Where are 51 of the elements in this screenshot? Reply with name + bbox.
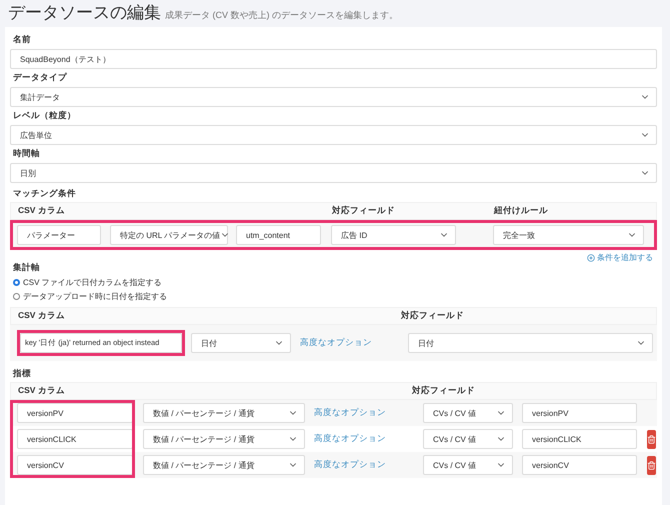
column-header: 紐付けルール	[494, 205, 549, 217]
section-title: 指標	[13, 368, 32, 380]
radio-icon[interactable]	[13, 293, 20, 300]
select-field[interactable]: 広告単位	[10, 125, 657, 145]
radio-option[interactable]: CSV ファイルで日付カラムを指定する	[13, 277, 657, 288]
plus-icon	[587, 254, 595, 262]
select-field[interactable]: CVs / CV 値	[423, 429, 513, 449]
select-field[interactable]: 数値 / パーセンテージ / 通貨	[143, 455, 305, 475]
page-title: データソースの編集	[8, 2, 161, 24]
select-field[interactable]: 日付	[191, 333, 291, 353]
field-label: 名前	[13, 34, 32, 46]
radio-option[interactable]: データアップロード時に日付を指定する	[13, 291, 657, 302]
delete-button[interactable]	[647, 430, 656, 448]
select-field[interactable]: 日別	[10, 163, 657, 183]
input-field[interactable]: versionCV	[522, 455, 637, 475]
field-label: レベル（粒度）	[13, 110, 77, 122]
column-header: 対応フィールド	[332, 205, 396, 217]
input-field[interactable]: versionCLICK	[17, 429, 133, 449]
input-field[interactable]: utm_content	[236, 225, 321, 245]
input-field[interactable]: versionPV	[17, 403, 133, 423]
select-field[interactable]: 広告 ID	[331, 225, 456, 245]
select-field[interactable]: 集計データ	[10, 87, 657, 107]
select-field[interactable]: 数値 / パーセンテージ / 通貨	[143, 429, 305, 449]
radio-icon[interactable]	[13, 279, 20, 286]
advanced-options-link[interactable]: 高度なオプション	[300, 337, 372, 349]
select-field[interactable]: 数値 / パーセンテージ / 通貨	[143, 403, 305, 423]
delete-button[interactable]	[647, 456, 656, 474]
input-field[interactable]: パラメーター	[17, 225, 101, 245]
select-field[interactable]: CVs / CV 値	[423, 455, 513, 475]
input-field[interactable]: versionPV	[522, 403, 637, 423]
column-header: 対応フィールド	[412, 385, 476, 397]
section-title: 集計軸	[13, 262, 41, 274]
add-condition-link[interactable]: 条件を追加する	[587, 252, 653, 263]
select-field[interactable]: 完全一致	[493, 225, 644, 245]
field-label: データタイプ	[13, 72, 68, 84]
input-field[interactable]: versionCV	[17, 455, 133, 475]
advanced-options-link[interactable]: 高度なオプション	[314, 433, 386, 445]
field-label: 時間軸	[13, 148, 41, 160]
column-header: CSV カラム	[18, 310, 66, 322]
select-field[interactable]: 日付	[408, 333, 653, 353]
select-field[interactable]: CVs / CV 値	[423, 403, 513, 423]
input-field[interactable]: versionCLICK	[522, 429, 637, 449]
advanced-options-link[interactable]: 高度なオプション	[314, 407, 386, 419]
section-title: マッチング条件	[13, 188, 77, 200]
select-field[interactable]: 特定の URL パラメータの値	[110, 225, 228, 245]
page-subtitle: 成果データ (CV 数や売上) のデータソースを編集します。	[165, 9, 398, 22]
advanced-options-link[interactable]: 高度なオプション	[314, 459, 386, 471]
column-header: CSV カラム	[18, 205, 66, 217]
column-header: CSV カラム	[18, 385, 66, 397]
input-field[interactable]: SquadBeyond（テスト）	[10, 49, 657, 69]
column-header: 対応フィールド	[401, 310, 465, 322]
